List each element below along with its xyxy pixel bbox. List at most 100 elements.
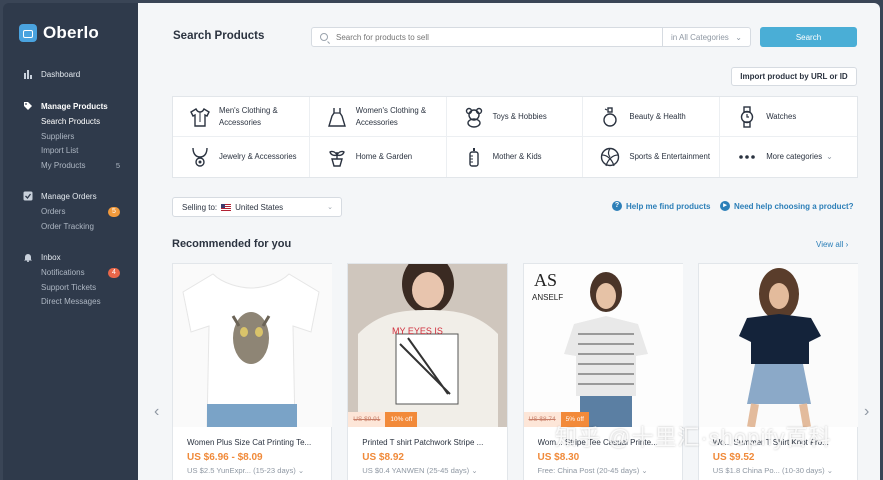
- selling-to-select[interactable]: Selling to: United States ⌄: [172, 197, 342, 217]
- page-title: Search Products: [173, 30, 265, 42]
- oberlo-logo-icon: [19, 24, 37, 42]
- import-product-button[interactable]: Import product by URL or ID: [731, 67, 857, 86]
- category-label: Toys & Hobbies: [492, 111, 547, 121]
- bar-chart-icon: [24, 70, 32, 79]
- category-mens-clothing[interactable]: Men's Clothing & Accessories: [173, 97, 310, 137]
- product-name: Women Plus Size Cat Printing Te...: [187, 438, 312, 447]
- carousel-next-arrow[interactable]: ›: [864, 403, 869, 421]
- shipping-method: US $0.4 YANWEN: [362, 466, 425, 475]
- product-name: Printed T shirt Patchwork Stripe ...: [362, 438, 484, 447]
- carousel-prev-arrow[interactable]: ‹: [154, 403, 159, 421]
- sidebar-sub-label: Orders: [41, 207, 66, 216]
- category-more[interactable]: More categories ⌄: [720, 137, 857, 177]
- help-choosing-product-link[interactable]: ▸ Need help choosing a product?: [720, 201, 854, 211]
- sidebar-sub-label: Import List: [41, 146, 79, 155]
- main-content: Search Products in All Categories ⌄ Sear…: [138, 3, 880, 480]
- sidebar-sub-label: My Products: [41, 160, 86, 170]
- tag-icon: [24, 102, 32, 110]
- search-icon: [320, 33, 328, 41]
- sidebar-sub-label: Direct Messages: [41, 297, 101, 306]
- sidebar-sub-label: Order Tracking: [41, 221, 94, 231]
- dots-icon: [739, 155, 755, 159]
- sidebar-item-support-tickets[interactable]: Support Tickets: [3, 281, 138, 296]
- category-toys-hobbies[interactable]: Toys & Hobbies: [446, 97, 584, 137]
- sidebar-item-my-products[interactable]: My Products 5: [3, 159, 138, 174]
- sidebar-item-dashboard[interactable]: Dashboard: [3, 65, 138, 83]
- product-image: AS ANSELF: [523, 264, 683, 427]
- ball-icon: [601, 147, 620, 167]
- category-watches[interactable]: Watches: [720, 97, 857, 137]
- sidebar-item-direct-messages[interactable]: Direct Messages: [3, 295, 138, 310]
- sidebar-item-import-list[interactable]: Import List: [3, 144, 138, 159]
- chevron-down-icon: ⌄: [735, 32, 742, 42]
- category-label: Women's Clothing & Accessories: [355, 105, 427, 127]
- shipping-days: (20-45 days): [596, 466, 640, 475]
- category-label: Sports & Entertainment: [629, 152, 710, 161]
- shirt-icon: [190, 107, 210, 127]
- shipping-method: US $1.8 China Po...: [712, 466, 780, 475]
- product-shipping: US $1.8 China Po... (10-30 days) ⌄: [712, 466, 834, 475]
- category-jewelry[interactable]: Jewelry & Accessories: [173, 137, 310, 177]
- category-label: Home & Garden: [355, 152, 413, 161]
- recommended-title: Recommended for you: [172, 238, 292, 250]
- help-link-label: Need help choosing a product?: [734, 201, 854, 211]
- category-mother-kids[interactable]: Mother & Kids: [447, 137, 584, 177]
- sidebar-item-label: Dashboard: [41, 69, 81, 79]
- category-label: Jewelry & Accessories: [219, 152, 297, 161]
- category-womens-clothing[interactable]: Women's Clothing & Accessories: [309, 97, 447, 137]
- perfume-icon: [603, 106, 618, 127]
- svg-text:AS: AS: [534, 270, 557, 290]
- product-card[interactable]: MY EYES IS US $9.91 10% off Printed T sh…: [347, 263, 508, 480]
- sidebar: Oberlo Dashboard Manage Products Search …: [3, 3, 138, 480]
- play-icon: ▸: [720, 201, 730, 211]
- chevron-down-icon: ⌄: [826, 152, 833, 161]
- sidebar-item-notifications[interactable]: Notifications 4: [3, 266, 138, 281]
- selling-to-label: Selling to:: [182, 202, 218, 212]
- watch-icon: [740, 105, 754, 128]
- sidebar-item-inbox[interactable]: Inbox: [3, 248, 138, 266]
- sidebar-item-suppliers[interactable]: Suppliers: [3, 130, 138, 145]
- category-label: Watches: [766, 111, 797, 121]
- sidebar-item-label: Manage Products: [41, 101, 108, 111]
- logo-text: Oberlo: [43, 23, 99, 42]
- product-price: US $6.96 - $8.09: [187, 452, 263, 463]
- search-input[interactable]: [312, 28, 662, 46]
- product-price: US $8.30: [537, 452, 580, 463]
- category-select[interactable]: in All Categories ⌄: [662, 28, 750, 46]
- plant-icon: [328, 150, 345, 167]
- sidebar-item-search-products[interactable]: Search Products: [3, 115, 138, 130]
- category-beauty-health[interactable]: Beauty & Health: [583, 97, 721, 137]
- sidebar-item-label: Inbox: [41, 252, 61, 262]
- search-button[interactable]: Search: [760, 27, 857, 47]
- product-image: [173, 264, 332, 427]
- help-find-products-link[interactable]: ? Help me find products: [612, 201, 710, 211]
- sidebar-sub-label: Support Tickets: [41, 282, 97, 292]
- search-bar: in All Categories ⌄: [311, 27, 751, 47]
- selling-to-value: United States: [235, 202, 284, 212]
- bottle-icon: [468, 148, 479, 167]
- category-select-value: in All Categories: [671, 32, 729, 42]
- bell-icon: [24, 254, 32, 262]
- product-shipping: US $0.4 YANWEN (25-45 days) ⌄: [362, 466, 478, 475]
- product-shipping: Free: China Post (20-45 days) ⌄: [537, 466, 648, 475]
- category-home-garden[interactable]: Home & Garden: [310, 137, 447, 177]
- sidebar-sub-label: Search Products: [41, 117, 101, 126]
- shipping-method: US $2.5 YunExpr...: [187, 466, 252, 475]
- sidebar-item-manage-orders[interactable]: Manage Orders: [3, 187, 138, 205]
- product-card[interactable]: Women Plus Size Cat Printing Te... US $6…: [172, 263, 333, 480]
- product-image: MY EYES IS: [348, 264, 508, 427]
- category-label: Beauty & Health: [629, 111, 686, 121]
- sidebar-item-order-tracking[interactable]: Order Tracking: [3, 220, 138, 235]
- checkbox-icon: [23, 191, 33, 201]
- category-sports[interactable]: Sports & Entertainment: [583, 137, 721, 177]
- view-all-link[interactable]: View all ›: [816, 240, 848, 249]
- discount-tag: US $9.91 10% off: [348, 412, 418, 427]
- logo[interactable]: Oberlo: [3, 23, 138, 43]
- sidebar-sub-label: Notifications: [41, 268, 85, 277]
- sidebar-item-manage-products[interactable]: Manage Products: [3, 97, 138, 115]
- question-icon: ?: [612, 201, 622, 211]
- sidebar-item-orders[interactable]: Orders 5: [3, 205, 138, 220]
- watermark-text: 知乎 @十里汇·shopify百科: [555, 425, 832, 450]
- chevron-down-icon: ⌄: [327, 204, 333, 211]
- shipping-days: (10-30 days): [782, 466, 825, 475]
